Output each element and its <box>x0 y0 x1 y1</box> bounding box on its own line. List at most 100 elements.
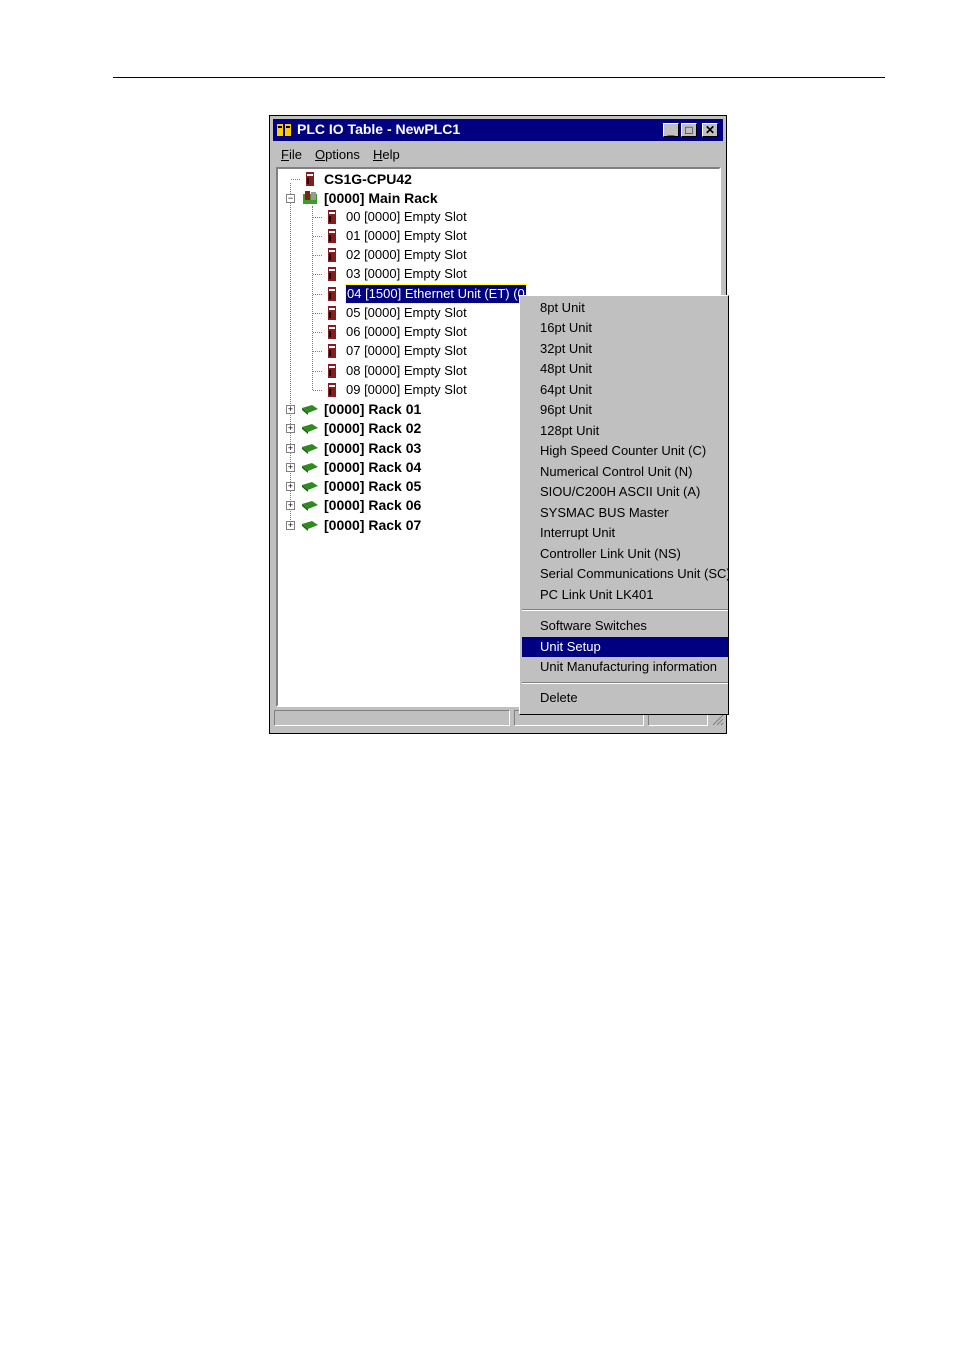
ctx-item-96pt-unit[interactable]: 96pt Unit <box>522 400 728 420</box>
expand-icon[interactable]: + <box>286 521 295 530</box>
tree-connector <box>313 217 322 218</box>
maximize-button[interactable]: □ <box>681 123 697 137</box>
ctx-item-64pt-unit[interactable]: 64pt Unit <box>522 380 728 400</box>
rack-label: [0000] Rack 04 <box>324 459 422 475</box>
menu-file[interactable]: File <box>281 147 302 162</box>
slot-label: 01 [0000] Empty Slot <box>346 228 467 243</box>
ctx-item-pc-link-unit[interactable]: PC Link Unit LK401 <box>522 585 728 605</box>
ctx-item-software-switches[interactable]: Software Switches <box>522 616 728 636</box>
rack-label: [0000] Rack 06 <box>324 497 422 513</box>
rack-icon <box>302 501 318 511</box>
tree-connector <box>313 236 322 237</box>
slot-label: 07 [0000] Empty Slot <box>346 343 467 358</box>
tree-connector <box>313 294 322 295</box>
tree-item-slot[interactable]: 05 [0000] Empty Slot <box>313 304 524 322</box>
ctx-item-sysmac-bus-master[interactable]: SYSMAC BUS Master <box>522 503 728 523</box>
tree-item-slot[interactable]: 09 [0000] Empty Slot <box>313 381 524 399</box>
tree-item-slot[interactable]: 01 [0000] Empty Slot <box>313 227 524 245</box>
tree-item-rack[interactable]: + [0000] Rack 04 <box>286 458 502 476</box>
tree-item-rack[interactable]: + [0000] Rack 05 <box>286 477 502 495</box>
tree-item-slot[interactable]: 06 [0000] Empty Slot <box>313 323 524 341</box>
title-bar[interactable]: PLC IO Table - NewPLC1 _ □ ✕ <box>273 119 723 141</box>
tree-item-slot-selected[interactable]: 04 [1500] Ethernet Unit (ET) (0 <box>313 284 527 304</box>
slot-label: 06 [0000] Empty Slot <box>346 324 467 339</box>
close-button[interactable]: ✕ <box>702 123 718 137</box>
expand-icon[interactable]: + <box>286 482 295 491</box>
rack-icon <box>302 424 318 434</box>
plc-module-icon <box>306 172 314 186</box>
rack-label: [0000] Rack 03 <box>324 440 422 456</box>
rack-icon <box>302 521 318 531</box>
tree-item-slot[interactable]: 08 [0000] Empty Slot <box>313 362 524 380</box>
main-rack-icon <box>303 191 317 204</box>
slot-label: 03 [0000] Empty Slot <box>346 266 467 281</box>
tree-item-rack[interactable]: + [0000] Rack 02 <box>286 419 502 437</box>
plc-module-icon <box>328 344 336 358</box>
tree-connector <box>313 313 322 314</box>
rack-icon <box>302 444 318 454</box>
plc-module-icon <box>328 229 336 243</box>
main-rack-label: [0000] Main Rack <box>324 190 438 206</box>
menu-help[interactable]: Help <box>373 147 400 162</box>
context-menu: 8pt Unit 16pt Unit 32pt Unit 48pt Unit 6… <box>519 295 729 715</box>
tree-item-slot[interactable]: 03 [0000] Empty Slot <box>313 265 524 283</box>
slot-label: 00 [0000] Empty Slot <box>346 209 467 224</box>
expand-icon[interactable]: + <box>286 463 295 472</box>
minimize-button[interactable]: _ <box>663 123 679 137</box>
ctx-item-delete[interactable]: Delete <box>522 688 728 708</box>
tree-item-rack[interactable]: + [0000] Rack 03 <box>286 439 502 457</box>
ctx-item-unit-manufacturing-info[interactable]: Unit Manufacturing information <box>522 657 728 677</box>
tree-connector <box>290 183 291 528</box>
ctx-item-16pt-unit[interactable]: 16pt Unit <box>522 318 728 338</box>
tree-connector <box>313 255 322 256</box>
tree-item-cpu[interactable]: CS1G-CPU42 <box>291 170 502 188</box>
rack-label: [0000] Rack 07 <box>324 517 422 533</box>
slot-label: 08 [0000] Empty Slot <box>346 363 467 378</box>
slot-label: 05 [0000] Empty Slot <box>346 305 467 320</box>
tree-item-rack[interactable]: + [0000] Rack 07 <box>286 516 502 534</box>
slot-label: 09 [0000] Empty Slot <box>346 382 467 397</box>
tree-connector <box>313 351 322 352</box>
rack-icon <box>302 405 318 415</box>
tree-item-rack[interactable]: + [0000] Rack 06 <box>286 496 502 514</box>
tree-connector <box>312 206 313 390</box>
expand-icon[interactable]: + <box>286 501 295 510</box>
plc-module-icon <box>328 325 336 339</box>
expand-icon[interactable]: + <box>286 424 295 433</box>
ctx-item-numerical-control[interactable]: Numerical Control Unit (N) <box>522 462 728 482</box>
plc-module-icon <box>328 287 336 301</box>
menu-options[interactable]: Options <box>315 147 360 162</box>
slot-label: 04 [1500] Ethernet Unit (ET) (0 <box>345 284 527 304</box>
tree-item-slot[interactable]: 00 [0000] Empty Slot <box>313 208 524 226</box>
ctx-item-serial-communications[interactable]: Serial Communications Unit (SC) <box>522 564 728 584</box>
window-title: PLC IO Table - NewPLC1 <box>297 121 461 137</box>
plc-module-icon <box>328 210 336 224</box>
tree-connector <box>313 390 322 391</box>
expand-icon[interactable]: + <box>286 405 295 414</box>
ctx-item-controller-link[interactable]: Controller Link Unit (NS) <box>522 544 728 564</box>
tree-connector <box>313 274 322 275</box>
ctx-item-128pt-unit[interactable]: 128pt Unit <box>522 421 728 441</box>
tree-item-main-rack[interactable]: − [0000] Main Rack <box>286 189 522 207</box>
ctx-item-interrupt-unit[interactable]: Interrupt Unit <box>522 523 728 543</box>
rack-label: [0000] Rack 02 <box>324 420 422 436</box>
cpu-label: CS1G-CPU42 <box>324 171 412 187</box>
tree-item-slot[interactable]: 02 [0000] Empty Slot <box>313 246 524 264</box>
expand-icon[interactable]: + <box>286 444 295 453</box>
resize-grip-icon[interactable] <box>712 714 724 726</box>
menu-separator <box>522 609 728 611</box>
ctx-item-32pt-unit[interactable]: 32pt Unit <box>522 339 728 359</box>
rack-label: [0000] Rack 05 <box>324 478 422 494</box>
plc-module-icon <box>328 306 336 320</box>
rack-label: [0000] Rack 01 <box>324 401 422 417</box>
tree-item-rack[interactable]: + [0000] Rack 01 <box>286 400 502 418</box>
collapse-icon[interactable]: − <box>286 194 295 203</box>
plc-module-icon <box>328 383 336 397</box>
tree-item-slot[interactable]: 07 [0000] Empty Slot <box>313 342 524 360</box>
ctx-item-siou-ascii[interactable]: SIOU/C200H ASCII Unit (A) <box>522 482 728 502</box>
ctx-item-8pt-unit[interactable]: 8pt Unit <box>522 298 728 318</box>
ctx-item-48pt-unit[interactable]: 48pt Unit <box>522 359 728 379</box>
ctx-item-unit-setup[interactable]: Unit Setup <box>522 637 728 657</box>
ctx-item-high-speed-counter[interactable]: High Speed Counter Unit (C) <box>522 441 728 461</box>
rack-icon <box>302 482 318 492</box>
